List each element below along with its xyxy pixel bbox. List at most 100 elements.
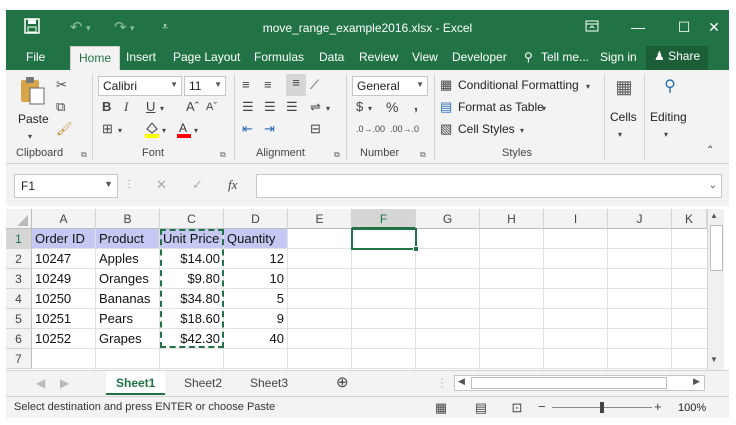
- column-header-e[interactable]: E: [288, 209, 352, 229]
- align-left-icon[interactable]: ☰: [242, 98, 254, 116]
- format-as-table-icon[interactable]: ▤: [440, 98, 452, 116]
- scroll-thumb[interactable]: [710, 225, 723, 271]
- share-button[interactable]: ♟ Share: [646, 46, 709, 70]
- select-all-button[interactable]: [6, 209, 32, 229]
- cell-a3[interactable]: 10249: [32, 269, 96, 289]
- bold-button[interactable]: B: [102, 98, 111, 116]
- column-header-f[interactable]: F: [352, 209, 416, 229]
- cell-d1[interactable]: Quantity: [224, 229, 288, 249]
- cell-a2[interactable]: 10247: [32, 249, 96, 269]
- underline-dropdown-icon[interactable]: ▾: [160, 100, 164, 118]
- increase-indent-icon[interactable]: ⇥: [264, 120, 275, 138]
- add-sheet-icon[interactable]: ⊕: [326, 371, 359, 395]
- editing-button[interactable]: Editing: [650, 110, 687, 124]
- borders-icon[interactable]: ⊞: [102, 120, 113, 138]
- scroll-up-icon[interactable]: ▲: [710, 211, 718, 220]
- cut-icon[interactable]: ✂: [56, 76, 67, 94]
- cell-b5[interactable]: Pears: [96, 309, 160, 329]
- cell-a5[interactable]: 10251: [32, 309, 96, 329]
- number-launcher-icon[interactable]: ⧉: [420, 150, 426, 160]
- cell-d3[interactable]: 10: [224, 269, 288, 289]
- horizontal-scrollbar[interactable]: ◀ ▶: [454, 375, 705, 391]
- column-header-k[interactable]: K: [672, 209, 707, 229]
- sign-in-link[interactable]: Sign in: [600, 50, 637, 64]
- paste-dropdown-icon[interactable]: ▾: [28, 128, 32, 146]
- alignment-launcher-icon[interactable]: ⧉: [334, 150, 340, 160]
- fill-color-icon[interactable]: [144, 120, 160, 143]
- format-as-table-button[interactable]: Format as Table: [458, 100, 544, 114]
- align-right-icon[interactable]: ☰: [286, 98, 298, 116]
- maximize-icon[interactable]: ☐: [669, 16, 699, 38]
- row-header-1[interactable]: 1: [6, 229, 32, 249]
- cell-a4[interactable]: 10250: [32, 289, 96, 309]
- cell-d2[interactable]: 12: [224, 249, 288, 269]
- cell-b6[interactable]: Grapes: [96, 329, 160, 349]
- italic-button[interactable]: I: [124, 98, 128, 116]
- conditional-formatting-button[interactable]: Conditional Formatting: [458, 78, 579, 92]
- cell-styles-button[interactable]: Cell Styles: [458, 122, 515, 136]
- column-header-b[interactable]: B: [96, 209, 160, 229]
- decrease-font-icon[interactable]: Aˇ: [206, 98, 217, 116]
- ribbon-display-icon[interactable]: [577, 16, 607, 38]
- font-name-combo[interactable]: Calibri ▼: [98, 76, 182, 96]
- currency-dropdown-icon[interactable]: ▾: [368, 100, 372, 118]
- next-sheet-icon[interactable]: ▶: [50, 371, 79, 395]
- cells-icon[interactable]: ▦: [612, 78, 636, 96]
- paste-button[interactable]: Paste: [18, 112, 49, 126]
- font-launcher-icon[interactable]: ⧉: [220, 150, 226, 160]
- column-header-d[interactable]: D: [224, 209, 288, 229]
- align-bottom-icon[interactable]: ≡: [286, 74, 306, 96]
- tab-review[interactable]: Review: [359, 50, 398, 64]
- decrease-indent-icon[interactable]: ⇤: [242, 120, 253, 138]
- borders-dropdown-icon[interactable]: ▾: [118, 122, 122, 140]
- cell-b3[interactable]: Oranges: [96, 269, 160, 289]
- conditional-formatting-icon[interactable]: ▦: [440, 76, 452, 94]
- tab-insert[interactable]: Insert: [126, 50, 156, 64]
- cell-b4[interactable]: Bananas: [96, 289, 160, 309]
- row-header-5[interactable]: 5: [6, 309, 32, 329]
- tab-developer[interactable]: Developer: [452, 50, 507, 64]
- column-header-c[interactable]: C: [160, 209, 224, 229]
- wrap-dropdown-icon[interactable]: ▾: [326, 100, 330, 118]
- cell-d4[interactable]: 5: [224, 289, 288, 309]
- format-painter-icon[interactable]: 🖌: [56, 120, 73, 138]
- tab-formulas[interactable]: Formulas: [254, 50, 304, 64]
- active-cell-f1[interactable]: [351, 228, 417, 250]
- cells-button[interactable]: Cells: [610, 110, 637, 124]
- insert-function-icon[interactable]: fx: [228, 176, 237, 194]
- collapse-ribbon-icon[interactable]: ⌃: [706, 142, 714, 160]
- page-layout-view-icon[interactable]: ▤: [472, 399, 490, 417]
- page-break-view-icon[interactable]: ⊡: [508, 399, 526, 417]
- number-format-combo[interactable]: General ▼: [352, 76, 428, 96]
- font-size-combo[interactable]: 11 ▼: [184, 76, 226, 96]
- tab-page-layout[interactable]: Page Layout: [173, 50, 240, 64]
- row-header-7[interactable]: 7: [6, 349, 32, 369]
- copy-icon[interactable]: ⧉: [56, 98, 65, 116]
- zoom-out-icon[interactable]: −: [538, 398, 546, 416]
- sheet-tab-sheet2[interactable]: Sheet2: [174, 371, 232, 395]
- tell-me-box[interactable]: Tell me...: [541, 50, 589, 64]
- align-middle-icon[interactable]: ≡: [264, 76, 272, 94]
- merge-center-icon[interactable]: ⊟: [310, 120, 321, 138]
- cell-b1[interactable]: Product: [96, 229, 160, 249]
- cell-d6[interactable]: 40: [224, 329, 288, 349]
- increase-font-icon[interactable]: Aˆ: [186, 98, 199, 116]
- scroll-left-icon[interactable]: ◀: [458, 376, 465, 387]
- cancel-icon[interactable]: ✕: [156, 176, 167, 194]
- horizontal-scroll-thumb[interactable]: [471, 377, 667, 389]
- wrap-text-icon[interactable]: ⇌: [310, 98, 321, 116]
- editing-search-icon[interactable]: ⚲: [658, 78, 682, 96]
- font-color-icon[interactable]: A: [176, 120, 192, 143]
- font-color-dropdown-icon[interactable]: ▾: [194, 122, 198, 140]
- scroll-right-icon[interactable]: ▶: [693, 376, 700, 387]
- zoom-slider-thumb[interactable]: [600, 402, 604, 413]
- close-icon[interactable]: ✕: [699, 16, 729, 38]
- increase-decimal-icon[interactable]: .0→.00: [356, 120, 385, 138]
- worksheet-grid[interactable]: A B C D E F G H I J K 1 2 3 4 5 6 7 Orde…: [6, 207, 729, 370]
- vertical-scrollbar[interactable]: ▲ ▼: [707, 209, 724, 370]
- scroll-down-icon[interactable]: ▼: [710, 355, 718, 364]
- fill-dropdown-icon[interactable]: ▾: [162, 122, 166, 140]
- align-center-icon[interactable]: ☰: [264, 98, 276, 116]
- currency-button[interactable]: $: [356, 98, 363, 116]
- paste-icon[interactable]: [18, 76, 46, 106]
